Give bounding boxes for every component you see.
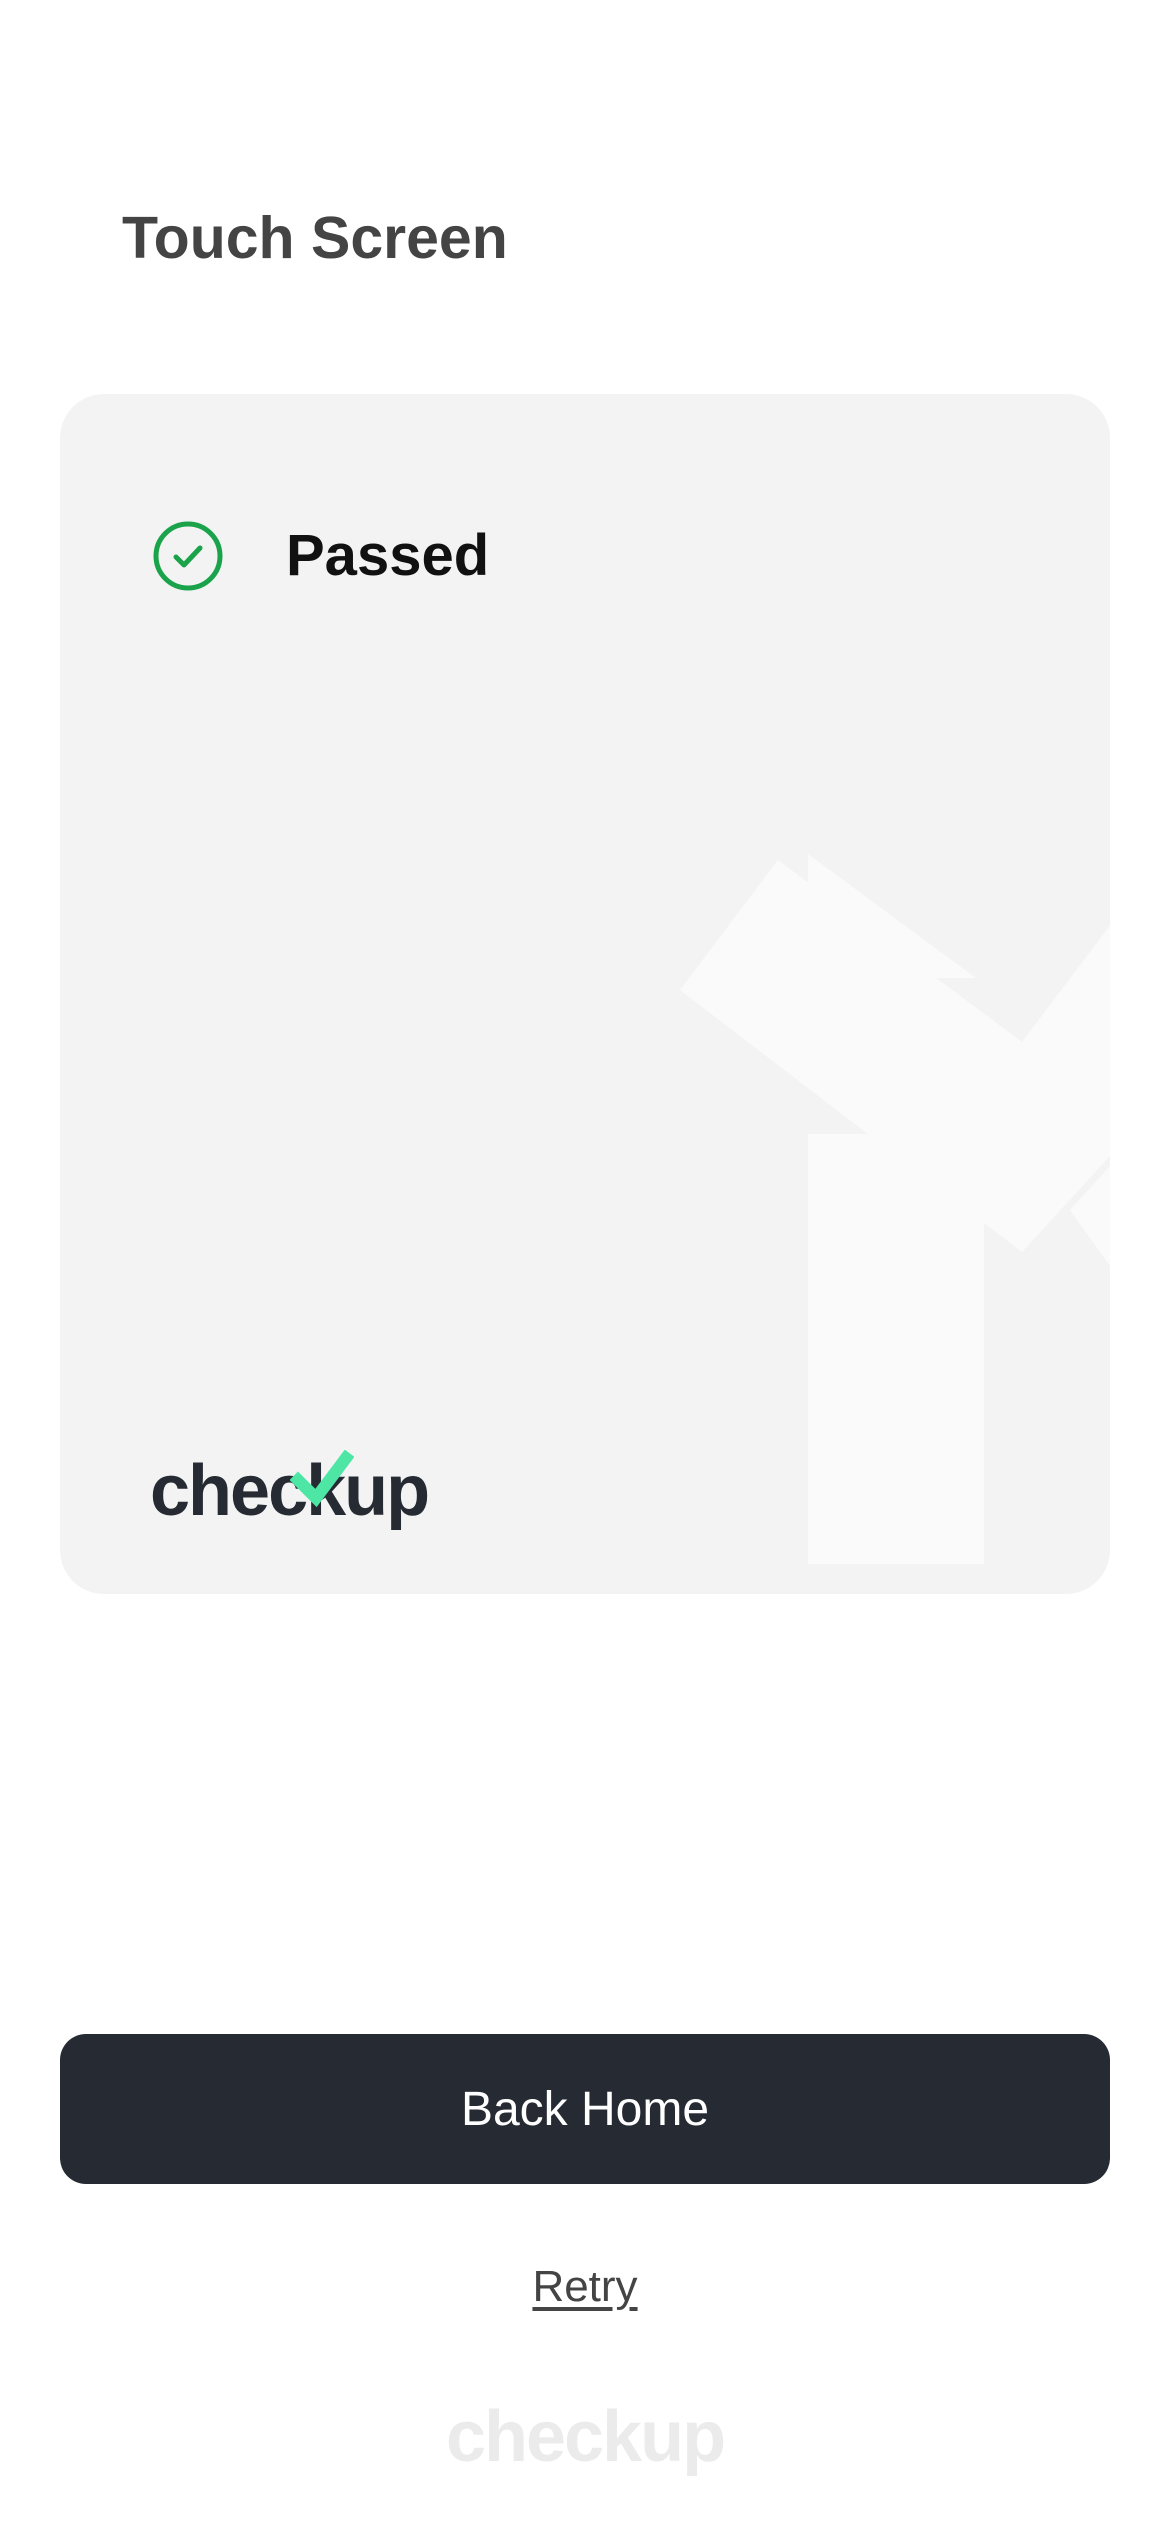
retry-link-container: Retry <box>0 2252 1170 2332</box>
status-label: Passed <box>286 523 490 588</box>
footer-brand-logo: checkup <box>0 2392 1170 2482</box>
result-card: Passed checkup <box>60 394 1110 1594</box>
status-row: Passed <box>152 516 489 596</box>
back-home-button[interactable]: Back Home <box>60 2034 1110 2184</box>
brand-logo: checkup <box>150 1446 430 1536</box>
footer-logo-wordmark: checkup <box>445 2397 726 2477</box>
check-circle-icon <box>153 521 223 591</box>
logo-check-icon <box>290 1450 354 1508</box>
page-title: Touch Screen <box>122 205 508 271</box>
retry-link[interactable]: Retry <box>532 2262 637 2311</box>
